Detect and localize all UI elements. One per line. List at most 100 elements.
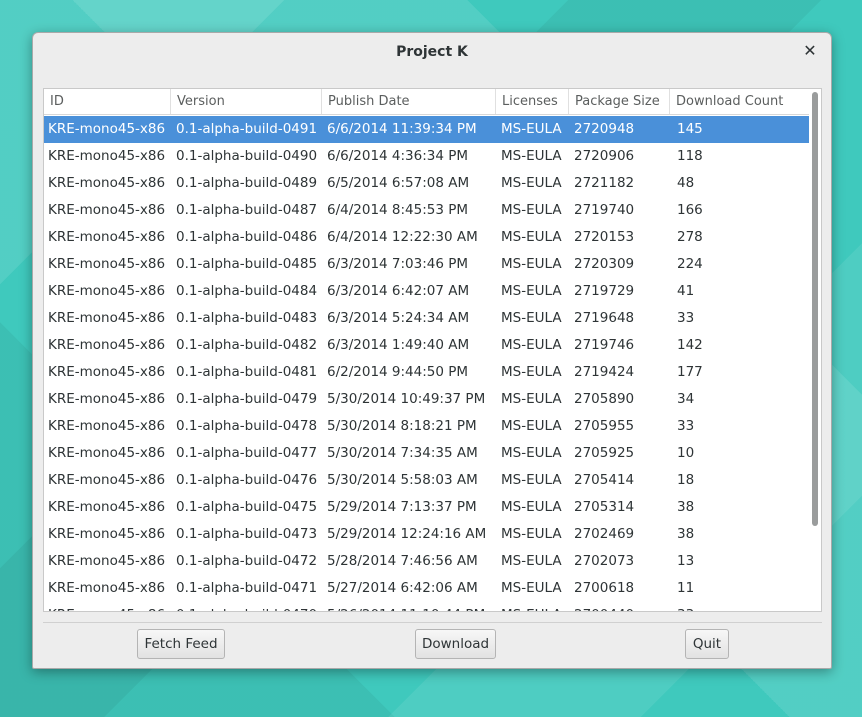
cell-id: KRE-mono45-x86 — [48, 526, 166, 542]
cell-package-size: 2720948 — [574, 121, 635, 137]
close-icon[interactable]: ✕ — [801, 42, 819, 60]
cell-licenses: MS-EULA — [501, 121, 562, 137]
vertical-scrollbar[interactable] — [809, 89, 821, 611]
cell-version: 0.1-alpha-build-0484 — [176, 283, 318, 299]
cell-package-size: 2705890 — [574, 391, 635, 407]
table-row[interactable]: KRE-mono45-x86 0.1-alpha-build-0482 6/3/20… — [44, 332, 810, 359]
column-header-id[interactable]: ID — [44, 89, 171, 114]
table-row[interactable]: KRE-mono45-x86 0.1-alpha-build-0475 5/29/2… — [44, 494, 810, 521]
cell-id: KRE-mono45-x86 — [48, 472, 166, 488]
table-row[interactable]: KRE-mono45-x86 0.1-alpha-build-0470 5/26/2… — [44, 602, 810, 611]
cell-licenses: MS-EULA — [501, 526, 562, 542]
separator — [43, 622, 822, 623]
cell-licenses: MS-EULA — [501, 202, 562, 218]
cell-licenses: MS-EULA — [501, 337, 562, 353]
cell-version: 0.1-alpha-build-0477 — [176, 445, 318, 461]
cell-version: 0.1-alpha-build-0475 — [176, 499, 318, 515]
cell-publish-date: 5/29/2014 7:13:37 PM — [327, 499, 477, 515]
column-header-version[interactable]: Version — [171, 89, 322, 114]
cell-publish-date: 5/30/2014 5:58:03 AM — [327, 472, 478, 488]
column-header-publish-date[interactable]: Publish Date — [322, 89, 496, 114]
cell-licenses: MS-EULA — [501, 229, 562, 245]
cell-package-size: 2719740 — [574, 202, 635, 218]
table-row[interactable]: KRE-mono45-x86 0.1-alpha-build-0483 6/3/20… — [44, 305, 810, 332]
table-row[interactable]: KRE-mono45-x86 0.1-alpha-build-0478 5/30/2… — [44, 413, 810, 440]
cell-publish-date: 6/3/2014 1:49:40 AM — [327, 337, 470, 353]
cell-licenses: MS-EULA — [501, 256, 562, 272]
cell-download-count: 224 — [677, 256, 703, 272]
cell-package-size: 2719746 — [574, 337, 635, 353]
cell-publish-date: 6/3/2014 7:03:46 PM — [327, 256, 469, 272]
cell-publish-date: 6/6/2014 4:36:34 PM — [327, 148, 469, 164]
cell-licenses: MS-EULA — [501, 175, 562, 191]
table-row[interactable]: KRE-mono45-x86 0.1-alpha-build-0477 5/30/2… — [44, 440, 810, 467]
table-row[interactable]: KRE-mono45-x86 0.1-alpha-build-0472 5/28/2… — [44, 548, 810, 575]
cell-download-count: 33 — [677, 602, 694, 611]
cell-package-size: 2720309 — [574, 256, 635, 272]
cell-version: 0.1-alpha-build-0491 — [176, 121, 318, 137]
download-button[interactable]: Download — [415, 629, 496, 659]
cell-licenses: MS-EULA — [501, 445, 562, 461]
cell-download-count: 13 — [677, 553, 695, 569]
cell-publish-date: 6/4/2014 12:22:30 AM — [327, 229, 478, 245]
table-row[interactable]: KRE-mono45-x86 0.1-alpha-build-0491 6/6/20… — [44, 116, 810, 143]
table-row[interactable]: KRE-mono45-x86 0.1-alpha-build-0489 6/5/20… — [44, 170, 810, 197]
cell-id: KRE-mono45-x86 — [48, 283, 166, 299]
table-row[interactable]: KRE-mono45-x86 0.1-alpha-build-0476 5/30/2… — [44, 467, 810, 494]
table-header: ID Version Publish Date Licenses Package… — [44, 89, 810, 115]
table-row[interactable]: KRE-mono45-x86 0.1-alpha-build-0481 6/2/20… — [44, 359, 810, 386]
cell-licenses: MS-EULA — [501, 580, 562, 596]
cell-id: KRE-mono45-x86 — [48, 364, 166, 380]
cell-id: KRE-mono45-x86 — [48, 256, 166, 272]
table-row[interactable]: KRE-mono45-x86 0.1-alpha-build-0479 5/30/2… — [44, 386, 810, 413]
cell-version: 0.1-alpha-build-0490 — [176, 148, 318, 164]
cell-version: 0.1-alpha-build-0473 — [176, 526, 318, 542]
scrollbar-thumb[interactable] — [812, 92, 818, 526]
cell-id: KRE-mono45-x86 — [48, 418, 166, 434]
cell-version: 0.1-alpha-build-0482 — [176, 337, 318, 353]
cell-version: 0.1-alpha-build-0487 — [176, 202, 318, 218]
cell-package-size: 2705414 — [574, 472, 635, 488]
cell-package-size: 2700618 — [574, 580, 635, 596]
cell-publish-date: 6/4/2014 8:45:53 PM — [327, 202, 469, 218]
cell-id: KRE-mono45-x86 — [48, 229, 166, 245]
cell-licenses: MS-EULA — [501, 310, 562, 326]
cell-package-size: 2700440 — [574, 602, 634, 611]
quit-button[interactable]: Quit — [685, 629, 729, 659]
cell-version: 0.1-alpha-build-0478 — [176, 418, 318, 434]
cell-id: KRE-mono45-x86 — [48, 602, 165, 611]
cell-download-count: 10 — [677, 445, 695, 461]
cell-licenses: MS-EULA — [501, 553, 562, 569]
table-row[interactable]: KRE-mono45-x86 0.1-alpha-build-0484 6/3/20… — [44, 278, 810, 305]
cell-package-size: 2719648 — [574, 310, 635, 326]
cell-publish-date: 6/3/2014 5:24:34 AM — [327, 310, 470, 326]
cell-id: KRE-mono45-x86 — [48, 202, 166, 218]
cell-package-size: 2719729 — [574, 283, 635, 299]
cell-id: KRE-mono45-x86 — [48, 445, 166, 461]
table-row[interactable]: KRE-mono45-x86 0.1-alpha-build-0486 6/4/20… — [44, 224, 810, 251]
table-row[interactable]: KRE-mono45-x86 0.1-alpha-build-0471 5/27/2… — [44, 575, 810, 602]
cell-id: KRE-mono45-x86 — [48, 391, 166, 407]
cell-download-count: 38 — [677, 526, 695, 542]
table-row[interactable]: KRE-mono45-x86 0.1-alpha-build-0485 6/3/20… — [44, 251, 810, 278]
cell-licenses: MS-EULA — [501, 418, 562, 434]
cell-id: KRE-mono45-x86 — [48, 121, 166, 137]
table-row[interactable]: KRE-mono45-x86 0.1-alpha-build-0473 5/29/2… — [44, 521, 810, 548]
cell-package-size: 2721182 — [574, 175, 635, 191]
cell-download-count: 41 — [677, 283, 695, 299]
cell-publish-date: 6/3/2014 6:42:07 AM — [327, 283, 470, 299]
table-row[interactable]: KRE-mono45-x86 0.1-alpha-build-0487 6/4/20… — [44, 197, 810, 224]
cell-download-count: 11 — [677, 580, 695, 596]
cell-version: 0.1-alpha-build-0485 — [176, 256, 318, 272]
cell-publish-date: 5/27/2014 6:42:06 AM — [327, 580, 478, 596]
window-title: Project K — [396, 44, 468, 60]
cell-download-count: 18 — [677, 472, 695, 488]
table-row[interactable]: KRE-mono45-x86 0.1-alpha-build-0490 6/6/20… — [44, 143, 810, 170]
column-header-download-count[interactable]: Download Count — [670, 89, 810, 114]
fetch-feed-button[interactable]: Fetch Feed — [137, 629, 225, 659]
title-bar[interactable]: Project K ✕ — [33, 33, 831, 75]
column-header-package-size[interactable]: Package Size — [569, 89, 670, 114]
cell-licenses: MS-EULA — [501, 472, 562, 488]
column-header-licenses[interactable]: Licenses — [496, 89, 569, 114]
cell-publish-date: 5/30/2014 8:18:21 PM — [327, 418, 477, 434]
